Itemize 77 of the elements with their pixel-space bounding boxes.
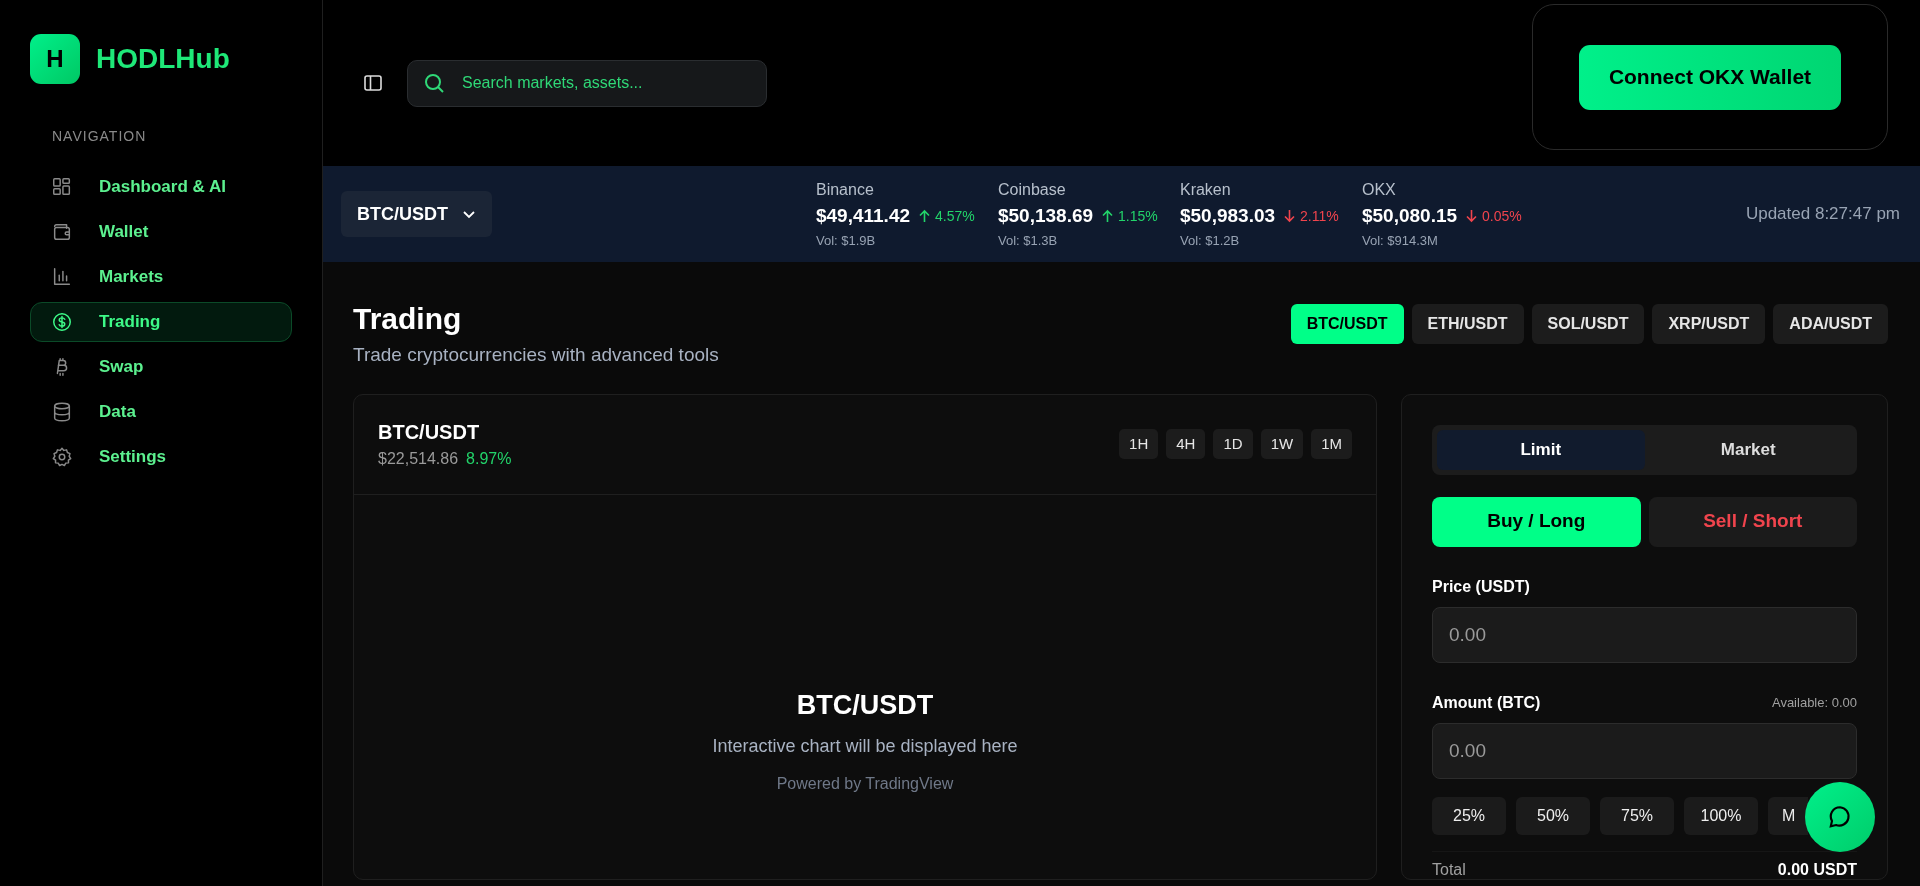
exchange-volume: Vol: $1.2B bbox=[1179, 231, 1241, 250]
pair-tab[interactable]: ADA/USDT bbox=[1773, 304, 1888, 344]
pair-tab[interactable]: XRP/USDT bbox=[1652, 304, 1766, 344]
exchange-name: Binance bbox=[815, 180, 875, 200]
side-tab[interactable]: Sell / Short bbox=[1648, 496, 1857, 547]
powered-by-text: Powered by TradingView bbox=[775, 774, 955, 794]
nav-item[interactable]: Dashboard & AI bbox=[30, 167, 292, 207]
search-field[interactable]: Search markets, assets... bbox=[407, 59, 767, 107]
arrow-down-icon bbox=[1465, 209, 1479, 224]
side-tab[interactable]: Buy / Long bbox=[1432, 496, 1641, 547]
gear-icon bbox=[51, 446, 73, 468]
exchange-price: $50,138.69 bbox=[997, 204, 1094, 228]
chart-placeholder-title: BTC/USDT bbox=[795, 688, 935, 722]
nav-item[interactable]: Wallet bbox=[30, 212, 292, 252]
chart-pair: BTC/USDT bbox=[378, 420, 481, 445]
percent-button[interactable]: 50% bbox=[1516, 796, 1590, 835]
connect-wallet-button[interactable]: Connect OKX Wallet bbox=[1578, 44, 1842, 110]
nav-item[interactable]: Markets bbox=[30, 257, 292, 297]
total-label: Total bbox=[1432, 859, 1466, 879]
total-value: 0.00 USDT bbox=[1777, 859, 1857, 879]
exchange-name: Kraken bbox=[1179, 180, 1232, 200]
nav-item[interactable]: Trading bbox=[30, 302, 292, 342]
price-input[interactable]: 0.00 bbox=[1432, 606, 1857, 663]
nav-item[interactable]: Data bbox=[30, 392, 292, 432]
chart-placeholder-text: Interactive chart will be displayed here bbox=[711, 735, 1019, 758]
wallet-icon bbox=[51, 221, 73, 243]
nav-heading: NAVIGATION bbox=[52, 127, 148, 146]
page-title: Trading bbox=[353, 301, 463, 337]
nav-item[interactable]: Swap bbox=[30, 347, 292, 387]
page-subtitle: Trade cryptocurrencies with advanced tools bbox=[353, 343, 719, 367]
pair-dropdown[interactable]: BTC/USDT bbox=[341, 191, 492, 237]
arrow-up-icon bbox=[918, 209, 931, 224]
exchange-price: $50,080.15 bbox=[1361, 204, 1458, 228]
database-icon bbox=[51, 401, 73, 423]
brand-name: HODLHub bbox=[96, 42, 230, 76]
exchange-volume: Vol: $914.3M bbox=[1361, 231, 1439, 250]
nav-item[interactable]: Settings bbox=[30, 437, 292, 477]
percent-button[interactable]: 75% bbox=[1600, 796, 1674, 835]
percent-button[interactable]: 100% bbox=[1684, 796, 1758, 835]
percent-button[interactable]: M bbox=[1768, 796, 1808, 835]
price-change: 0.05% bbox=[1465, 205, 1522, 227]
arrow-down-icon bbox=[1283, 209, 1297, 224]
exchange-name: Coinbase bbox=[997, 180, 1067, 200]
timeframe-button[interactable]: 4H bbox=[1166, 429, 1206, 459]
updated-time: Updated 8:27:47 pm bbox=[1745, 203, 1900, 226]
field-label: Amount (BTC) bbox=[1432, 692, 1541, 713]
search-icon bbox=[423, 71, 445, 94]
exchange-volume: Vol: $1.9B bbox=[815, 231, 877, 250]
field-label: Price (USDT) bbox=[1432, 576, 1531, 597]
pair-tab[interactable]: SOL/USDT bbox=[1531, 304, 1645, 344]
chart-price: $22,514.86 bbox=[378, 449, 459, 469]
arrow-up-icon bbox=[1101, 209, 1115, 224]
amount-input[interactable]: 0.00 bbox=[1432, 722, 1857, 779]
percent-button[interactable]: 25% bbox=[1432, 796, 1506, 835]
price-change: 4.57% bbox=[918, 205, 975, 227]
timeframe-button[interactable]: 1D bbox=[1213, 429, 1253, 459]
order-type-tab[interactable]: Market bbox=[1644, 429, 1852, 470]
grid-icon bbox=[51, 176, 73, 198]
available-balance: Available: 0.00 bbox=[1771, 693, 1857, 712]
timeframe-button[interactable]: 1M bbox=[1311, 429, 1352, 459]
price-change: 2.11% bbox=[1283, 205, 1339, 227]
chart-change: 8.97% bbox=[466, 449, 512, 469]
logo-icon: H bbox=[30, 34, 80, 84]
dollar-icon bbox=[51, 311, 73, 333]
pair-tab[interactable]: BTC/USDT bbox=[1290, 304, 1404, 344]
bar-chart-icon bbox=[51, 266, 73, 288]
exchange-price: $50,983.03 bbox=[1179, 204, 1276, 228]
exchange-volume: Vol: $1.3B bbox=[997, 231, 1059, 250]
sidebar-toggle-icon[interactable] bbox=[363, 73, 383, 93]
pair-tab[interactable]: ETH/USDT bbox=[1411, 304, 1524, 344]
timeframe-button[interactable]: 1W bbox=[1260, 429, 1304, 459]
exchange-price: $49,411.42 bbox=[815, 204, 910, 228]
order-type-tab[interactable]: Limit bbox=[1437, 429, 1645, 470]
exchange-name: OKX bbox=[1361, 180, 1397, 200]
chat-icon bbox=[1827, 804, 1853, 830]
price-change: 1.15% bbox=[1101, 205, 1158, 227]
timeframe-button[interactable]: 1H bbox=[1119, 429, 1159, 459]
